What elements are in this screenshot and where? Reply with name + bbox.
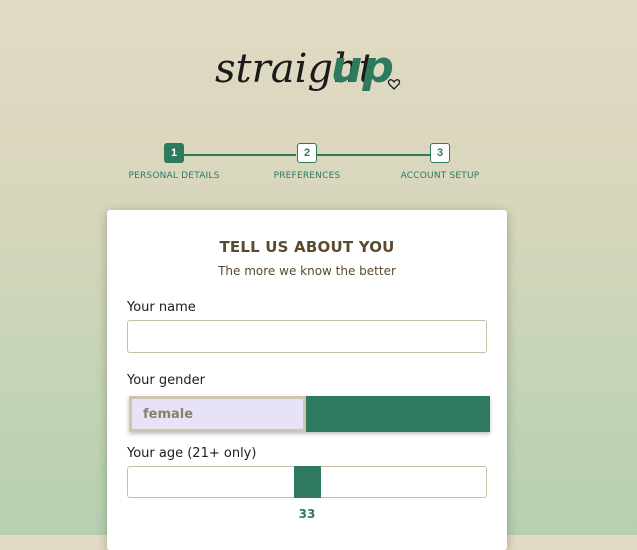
step-3-label: ACCOUNT SETUP [400, 171, 480, 181]
progress-stepper: 1 PERSONAL DETAILS 2 PREFERENCES 3 ACCOU… [0, 143, 637, 188]
stepper-connector [316, 154, 430, 156]
gender-toggle[interactable]: female [129, 396, 490, 432]
logo-text-up: up [331, 42, 394, 93]
stepper-connector [184, 154, 296, 156]
step-2-label: PREFERENCES [273, 171, 341, 181]
card-subtitle: The more we know the better [218, 264, 396, 278]
step-1-label: PERSONAL DETAILS [128, 171, 220, 181]
step-1-indicator[interactable]: 1 [164, 143, 184, 163]
gender-option-female[interactable]: female [129, 396, 306, 432]
step-3-indicator[interactable]: 3 [430, 143, 450, 163]
age-value: 33 [298, 507, 316, 521]
name-input[interactable] [127, 320, 487, 353]
age-slider-thumb[interactable] [294, 466, 321, 498]
age-slider[interactable] [127, 466, 487, 498]
gender-label: Your gender [127, 373, 205, 388]
step-2-indicator[interactable]: 2 [297, 143, 317, 163]
name-label: Your name [127, 300, 196, 315]
age-label: Your age (21+ only) [127, 446, 257, 461]
card-title: TELL US ABOUT YOU [219, 238, 395, 256]
personal-details-card: TELL US ABOUT YOU The more we know the b… [107, 210, 507, 550]
brand-logo: straight up [213, 30, 413, 110]
gender-option-male[interactable] [306, 396, 490, 432]
